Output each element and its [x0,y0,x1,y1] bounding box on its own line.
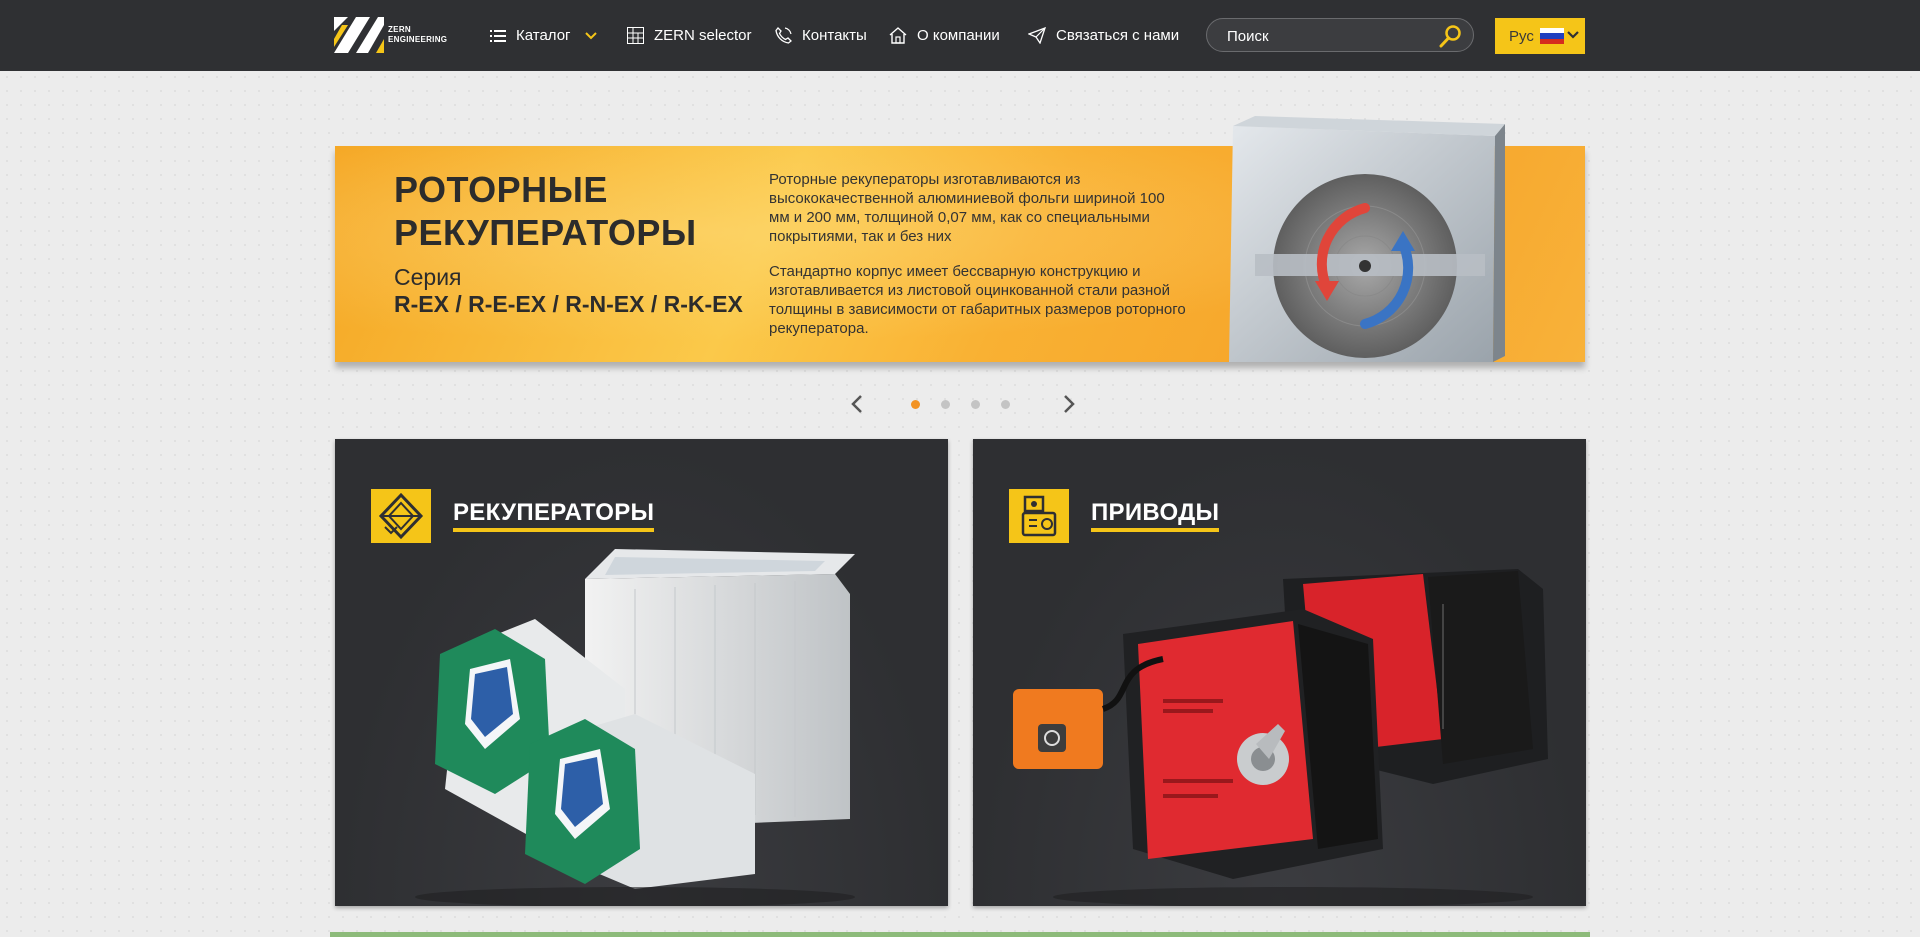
slider-prev-arrow[interactable] [848,394,868,414]
grid-calculator-icon [627,27,644,44]
list-icon [490,29,506,42]
banner-series-label: Серия [394,264,462,290]
chevron-down-icon [1567,31,1579,39]
card-title-actuators[interactable]: ПРИВОДЫ [1091,499,1220,532]
slider-dot[interactable] [971,400,980,409]
rotary-recuperator-image [1229,116,1505,362]
banner-series: R-EX / R-E-EX / R-N-EX / R-K-EX [394,291,743,317]
banner-paragraph-2: Стандартно корпус имеет бессварную конст… [769,263,1186,337]
actuators-product-image [1013,569,1548,906]
top-navigation-bar: ZERN ENGINEERING Каталог ZERN selector К… [0,0,1920,71]
category-card-actuators[interactable]: ПРИВОДЫ [973,439,1586,906]
nav-about-label: О компании [917,27,1000,44]
nav-zern-selector[interactable]: ZERN selector [627,0,752,71]
card-title-recuperators[interactable]: РЕКУПЕРАТОРЫ [453,499,655,532]
slider-dot[interactable] [941,400,950,409]
hero-banner-slide[interactable]: РОТОРНЫЕ РЕКУПЕРАТОРЫ Серия R-EX / R-E-E… [335,116,1585,362]
nav-catalog-label: Каталог [516,27,571,44]
language-selector[interactable]: Рус [1495,18,1585,54]
bottom-section-strip [330,932,1590,937]
zern-logo-icon [334,17,384,53]
nav-about[interactable]: О компании [889,0,1000,71]
heat-exchanger-icon [371,489,431,543]
slider-dot[interactable] [911,400,920,409]
zern-logo[interactable]: ZERN ENGINEERING [334,17,447,53]
nav-contact-us[interactable]: Связаться с нами [1028,0,1179,71]
paper-plane-icon [1028,27,1046,44]
logo-text-line2: ENGINEERING [388,35,448,44]
logo-text-line1: ZERN [388,25,411,34]
house-icon [889,27,907,44]
banner-paragraph-1: Роторные рекуператоры изготавливаются из… [769,171,1165,245]
search-icon[interactable] [1439,24,1463,48]
nav-contacts-label: Контакты [802,27,867,44]
russian-flag-icon [1540,28,1564,44]
nav-contact-us-label: Связаться с нами [1056,27,1180,44]
slider-dot[interactable] [1001,400,1010,409]
chevron-down-icon [584,31,597,39]
banner-title: РОТОРНЫЕ РЕКУПЕРАТОРЫ [394,169,697,253]
slider-next-arrow[interactable] [1058,394,1078,414]
phone-icon [775,27,792,44]
language-label: Рус [1509,28,1534,45]
nav-selector-label: ZERN selector [654,27,752,44]
actuator-icon [1009,489,1069,543]
logo-text: ZERN ENGINEERING [388,25,447,45]
recuperators-product-image [415,549,855,906]
search-input[interactable] [1225,19,1429,53]
search-box [1206,18,1474,53]
category-card-recuperators[interactable]: РЕКУПЕРАТОРЫ [335,439,948,906]
nav-contacts[interactable]: Контакты [775,0,867,71]
nav-catalog[interactable]: Каталог [490,0,597,71]
